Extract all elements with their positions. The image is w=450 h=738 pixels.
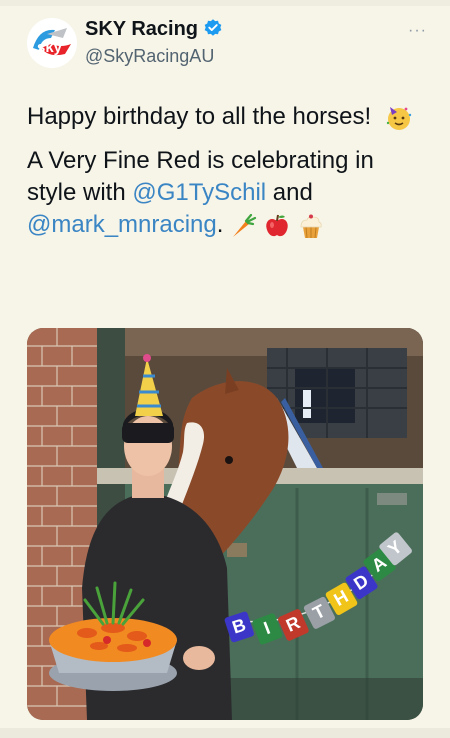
and-text: and (266, 179, 313, 206)
display-name-text[interactable]: SKY Racing (85, 18, 198, 40)
cupcake-icon (301, 214, 323, 238)
period-text: . (216, 211, 224, 238)
red-apple-icon (266, 214, 289, 236)
tweet-body: Happy birthday to all the horses! A Very… (27, 101, 427, 241)
handle[interactable]: @SkyRacingAU (85, 44, 223, 68)
tweet-card: sky SKY Racing @SkyRacingAU ··· Happy bi… (0, 0, 450, 738)
svg-text:sky: sky (37, 39, 63, 56)
more-options-icon[interactable]: ··· (408, 22, 427, 40)
partying-face-icon (386, 106, 412, 130)
tweet-header: sky SKY Racing @SkyRacingAU ··· (27, 14, 427, 74)
verified-badge-icon (204, 19, 222, 36)
birthday-text: Happy birthday to all the horses! (27, 103, 372, 130)
display-name[interactable]: SKY Racing (85, 16, 223, 42)
tweet-text-line-2: A Very Fine Red is celebrating in style … (27, 145, 427, 241)
birthday-horse-photo: B I RTHDAY (27, 328, 423, 720)
previous-tweet-edge (0, 0, 450, 6)
tweet-photo[interactable]: BIRTHDAY (27, 328, 423, 720)
avatar[interactable]: sky (27, 18, 77, 68)
mention-link-mark-mnracing[interactable]: @mark_mnracing (27, 211, 217, 238)
carrot-icon (233, 213, 257, 237)
tweet-text-line-1: Happy birthday to all the horses! (27, 101, 427, 133)
mention-link-g1tyschil[interactable]: @G1TySchil (132, 179, 266, 206)
tweet-card-bottom-edge (0, 728, 450, 738)
